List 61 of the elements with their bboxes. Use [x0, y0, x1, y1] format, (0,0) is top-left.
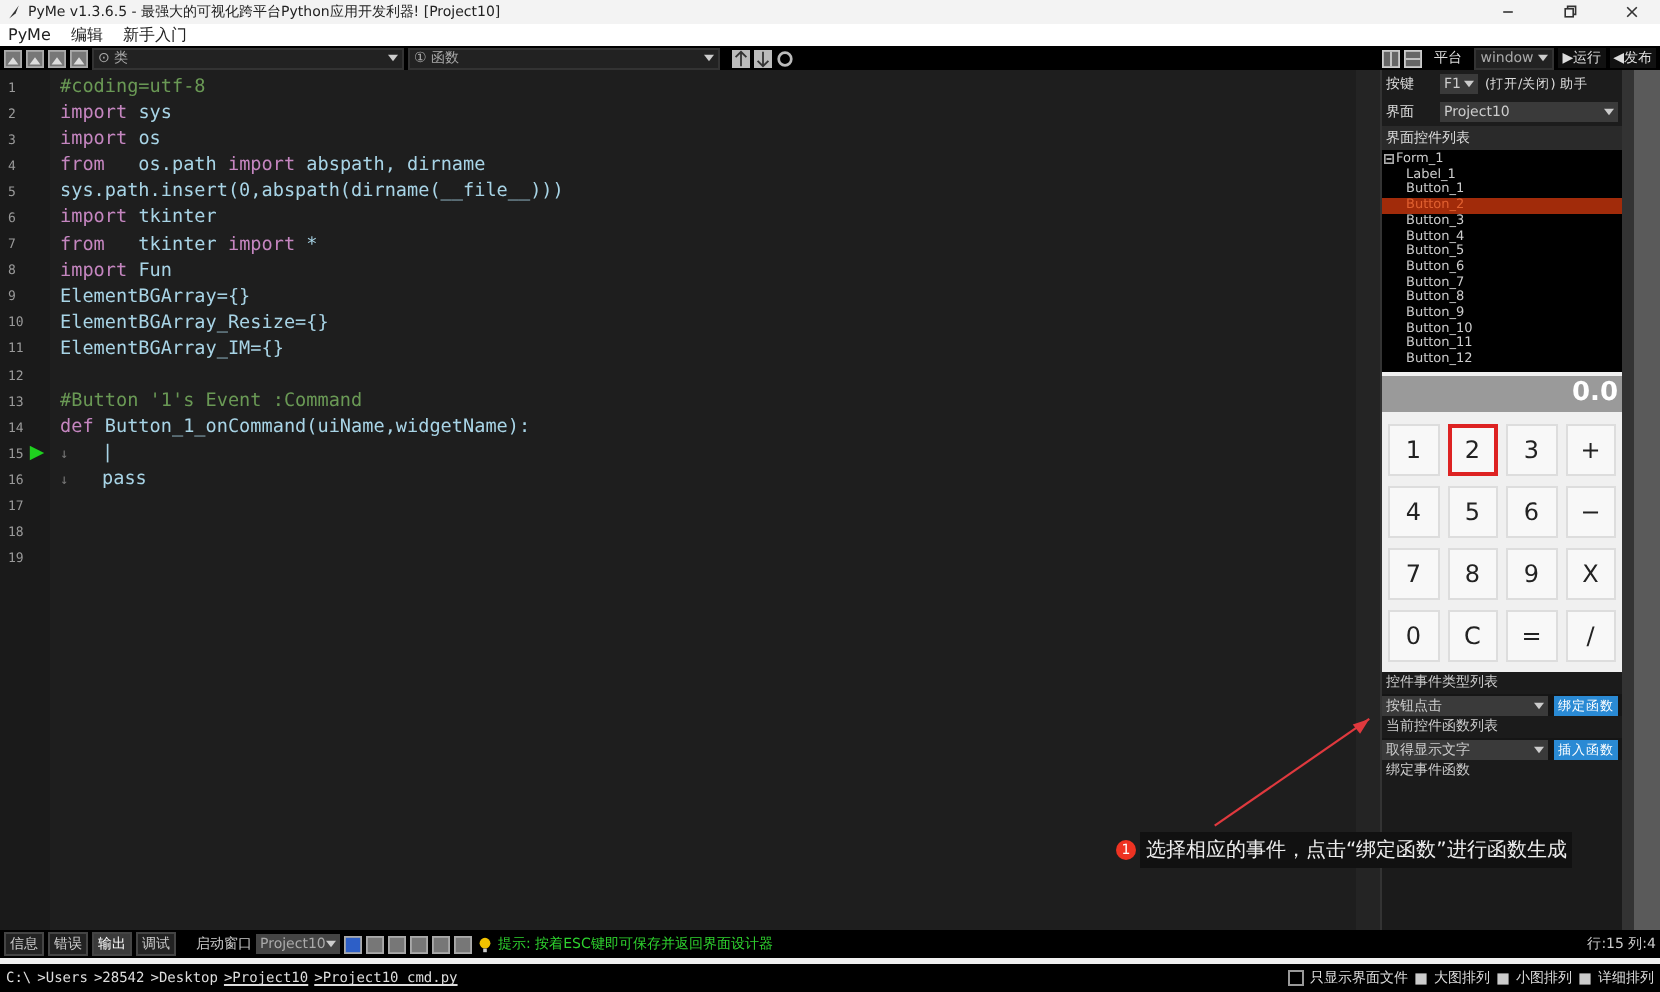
callout-text: 选择相应的事件，点击“绑定函数”进行函数生成 [1140, 832, 1573, 868]
caret-icon [1464, 80, 1475, 88]
caret-icon [388, 54, 398, 62]
calculator-key[interactable]: 6 [1506, 486, 1557, 538]
restore-icon[interactable] [1562, 4, 1578, 20]
calculator-display: 0.0 [1382, 376, 1622, 412]
code-line: ElementBGArray_Resize={} [60, 311, 329, 334]
close-icon[interactable] [1624, 4, 1640, 20]
layout-icon[interactable] [1404, 49, 1423, 67]
toolbar-icon[interactable] [70, 49, 88, 67]
scrollbar[interactable] [1622, 70, 1660, 930]
calculator-key[interactable]: 9 [1506, 548, 1557, 600]
caret-icon [704, 54, 714, 62]
calculator-key[interactable]: 0 [1388, 610, 1439, 662]
code-line: import os [60, 128, 161, 151]
code-line: ElementBGArray={} [60, 285, 251, 308]
code-line: #coding=utf-8 [60, 76, 206, 98]
collapse-icon[interactable] [1384, 154, 1394, 165]
code-line: import tkinter [60, 206, 217, 229]
code-line: from tkinter import * [60, 233, 318, 256]
code-line: import sys [60, 102, 172, 125]
code-line: import Fun [60, 259, 172, 282]
calculator-key[interactable]: / [1565, 610, 1616, 662]
calculator-key[interactable]: 8 [1447, 548, 1498, 600]
menu-item[interactable]: 新手入门 [122, 25, 187, 45]
calculator-key[interactable]: = [1506, 610, 1557, 662]
code-line: def Button_1_onCommand(uiName,widgetName): [60, 416, 531, 439]
caret-icon [326, 940, 336, 948]
code-line: #Button '1's Event :Command [60, 390, 363, 413]
lightbulb-icon [476, 935, 494, 953]
view-icon[interactable] [1578, 971, 1592, 985]
down-arrow-icon[interactable] [754, 49, 772, 67]
caret-icon [1604, 108, 1614, 116]
toolbar-icon[interactable] [26, 49, 44, 67]
layout-icon[interactable] [1382, 49, 1401, 67]
caret-icon [1534, 745, 1544, 753]
menu-item[interactable]: 编辑 [70, 25, 103, 45]
code-line: ElementBGArray_IM={} [60, 337, 284, 360]
scrollbar[interactable] [1356, 70, 1380, 930]
calculator-key[interactable]: 5 [1447, 486, 1498, 538]
caret-icon [1538, 54, 1549, 62]
calculator-key[interactable]: 7 [1388, 548, 1439, 600]
calculator-key[interactable]: X [1565, 548, 1616, 600]
caret-icon [1534, 701, 1544, 709]
calculator-key[interactable]: 1 [1388, 424, 1439, 476]
up-arrow-icon[interactable] [732, 49, 750, 67]
view-icon[interactable] [1414, 971, 1428, 985]
view-icon[interactable] [1496, 971, 1510, 985]
code-line: sys.path.insert(0,abspath(dirname(__file__))) [60, 180, 564, 203]
menu-item[interactable]: PyMe [8, 25, 51, 45]
calculator-key[interactable]: 2 [1447, 424, 1498, 476]
feather-icon [6, 4, 22, 20]
code-line: from os.path import abspath, dirname [60, 154, 486, 177]
calculator-key[interactable]: 3 [1506, 424, 1557, 476]
calculator-key[interactable]: − [1565, 486, 1616, 538]
toolbar-icon[interactable] [4, 49, 22, 67]
checkbox[interactable] [1288, 970, 1304, 986]
calculator-key[interactable]: + [1565, 424, 1616, 476]
toolbar-icon[interactable] [48, 49, 66, 67]
calculator-key[interactable]: C [1447, 610, 1498, 662]
calculator-key[interactable]: 4 [1388, 486, 1439, 538]
